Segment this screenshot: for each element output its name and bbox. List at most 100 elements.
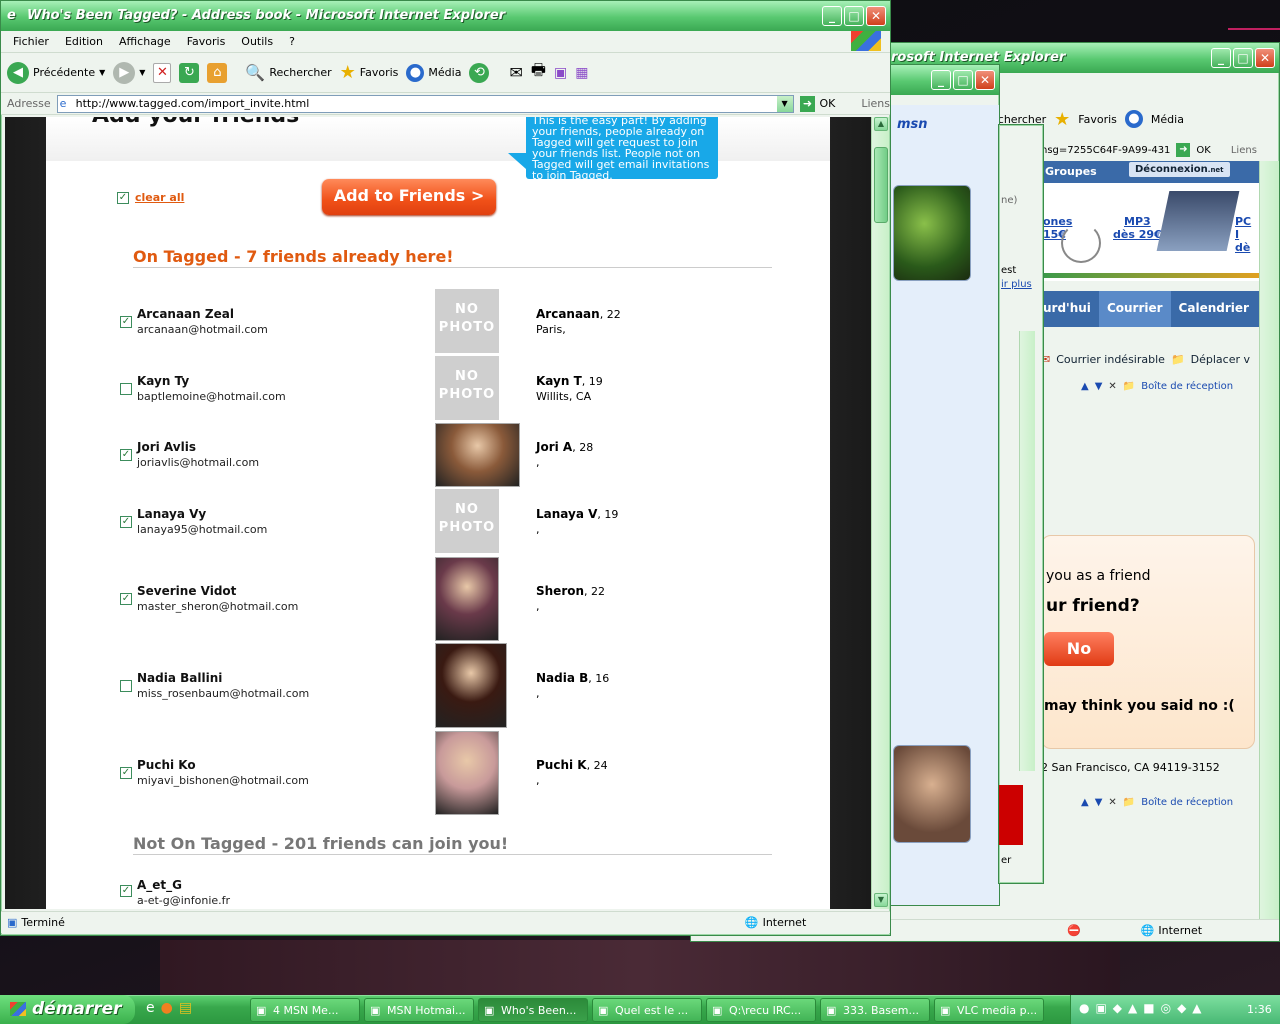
main-window-titlebar[interactable]: e Who's Been Tagged? - Address book - Mi… [1, 1, 890, 31]
no-photo-placeholder[interactable]: NO PHOTO [435, 356, 499, 420]
ad-pc-text[interactable]: PC Idè [1235, 215, 1259, 254]
tagged-name[interactable]: Kayn T [536, 374, 582, 388]
mail-icon[interactable]: ✉ [509, 63, 522, 82]
back-url-fragment[interactable]: nsg=7255C64F-9A99-431 [1041, 145, 1170, 156]
chevron-down-icon[interactable]: ▼ [99, 68, 105, 77]
back-button[interactable]: ◀ Précédente ▼ [7, 61, 105, 84]
delete-icon[interactable]: ✕ [1108, 381, 1116, 392]
friend-checkbox[interactable] [120, 680, 132, 692]
taskbar-task-button[interactable]: ▣ Who's Been... [478, 998, 588, 1022]
back-window-scrollbar[interactable] [1259, 161, 1279, 921]
taskbar-task-button[interactable]: ▣ VLC media p... [934, 998, 1044, 1022]
groups-link[interactable]: Groupes [1045, 165, 1097, 178]
taskbar-task-button[interactable]: ▣ Q:\recu IRC... [706, 998, 816, 1022]
logout-button[interactable]: Déconnexion.net [1129, 162, 1230, 177]
minimize-button[interactable]: _ [931, 70, 951, 90]
tagged-name[interactable]: Sheron [536, 584, 584, 598]
friend-checkbox[interactable]: ✓ [120, 885, 132, 897]
firefox-launch-icon[interactable]: ● [161, 1000, 173, 1016]
msn-contact-picture[interactable] [893, 745, 971, 843]
tagged-name[interactable]: Jori A [536, 440, 572, 454]
favorites-button[interactable]: ★ Favoris [340, 62, 399, 83]
no-button[interactable]: No [1044, 632, 1114, 666]
junk-button[interactable]: Courrier indésirable [1056, 353, 1165, 366]
friend-checkbox[interactable] [120, 383, 132, 395]
chevron-down-icon[interactable]: ▼ [139, 68, 145, 77]
go-button[interactable]: OK [819, 97, 835, 110]
close-button[interactable]: ✕ [866, 6, 886, 26]
taskbar-task-button[interactable]: ▣ Quel est le ... [592, 998, 702, 1022]
print-icon[interactable]: 🖶 [531, 59, 546, 86]
msn-chat-window[interactable]: est ir plus ne) er [998, 124, 1044, 884]
tagged-name[interactable]: Lanaya V [536, 507, 597, 521]
profile-photo[interactable] [435, 731, 499, 815]
media-button[interactable]: ● Média [406, 63, 461, 82]
stop-icon[interactable]: ✕ [153, 62, 172, 83]
start-button[interactable]: démarrer [0, 995, 135, 1024]
down-arrow-icon[interactable]: ▼ [1095, 381, 1103, 392]
go-button[interactable]: OK [1196, 145, 1210, 156]
tab-mail[interactable]: Courrier [1098, 291, 1171, 327]
tab-today[interactable]: urd'hui [1041, 291, 1099, 327]
scroll-up-button[interactable]: ▲ [874, 117, 888, 131]
no-photo-placeholder[interactable]: NO PHOTO [435, 489, 499, 553]
close-button[interactable]: ✕ [1255, 48, 1275, 68]
main-scrollbar[interactable]: ▲ ▼ [871, 117, 889, 909]
menu-tools[interactable]: Outils [233, 35, 281, 48]
msn-display-picture[interactable] [893, 185, 971, 281]
taskbar-task-button[interactable]: ▣ 4 MSN Me... [250, 998, 360, 1022]
search-button[interactable]: 🔍 Rechercher [245, 63, 331, 82]
tagged-name[interactable]: Puchi K [536, 758, 587, 772]
favorites-button[interactable]: Favoris [1078, 113, 1117, 126]
chevron-down-icon[interactable]: ▼ [776, 95, 793, 112]
ad-mp3-text[interactable]: MP3 dès 29€ [1113, 215, 1162, 241]
chat-side-link[interactable]: ir plus [1001, 279, 1032, 290]
profile-photo[interactable] [435, 557, 499, 641]
menu-help[interactable]: ? [281, 35, 303, 48]
url-input[interactable]: e http://www.tagged.com/import_invite.ht… [56, 94, 794, 113]
minimize-button[interactable]: _ [822, 6, 842, 26]
minimize-button[interactable]: _ [1211, 48, 1231, 68]
msn-window[interactable]: _ □ ✕ msn [888, 64, 1000, 906]
scroll-down-button[interactable]: ▼ [874, 893, 888, 907]
delete-icon[interactable]: ✕ [1108, 797, 1116, 808]
menu-file[interactable]: Fichier [5, 35, 57, 48]
hotmail-ad-banner[interactable]: ones 15€ MP3 dès 29€ PC Idè [1041, 183, 1259, 281]
tagged-name[interactable]: Nadia B [536, 671, 588, 685]
discuss-icon[interactable]: ▦ [575, 65, 588, 81]
friend-checkbox[interactable]: ✓ [120, 316, 132, 328]
maximize-button[interactable]: □ [953, 70, 973, 90]
history-icon[interactable]: ⟲ [469, 62, 490, 83]
menu-edit[interactable]: Edition [57, 35, 111, 48]
tagged-name[interactable]: Arcanaan [536, 307, 600, 321]
clear-all-link[interactable]: clear all [135, 191, 184, 204]
inbox-link-bottom[interactable]: Boîte de réception [1141, 797, 1233, 808]
media-button[interactable]: Média [1151, 113, 1184, 126]
profile-photo[interactable] [435, 643, 507, 728]
profile-photo[interactable] [435, 423, 520, 487]
forward-button[interactable]: ▶ ▼ [113, 61, 145, 84]
select-all-checkbox[interactable]: ✓ [117, 192, 129, 204]
tab-calendar[interactable]: Calendrier [1171, 291, 1257, 327]
maximize-button[interactable]: □ [844, 6, 864, 26]
down-arrow-icon[interactable]: ▼ [1095, 797, 1103, 808]
add-to-friends-button[interactable]: Add to Friends > [322, 179, 496, 215]
friend-checkbox[interactable]: ✓ [120, 767, 132, 779]
maximize-button[interactable]: □ [1233, 48, 1253, 68]
inbox-link[interactable]: Boîte de réception [1141, 381, 1233, 392]
app-launch-icon[interactable]: ▤ [179, 1000, 192, 1016]
menu-favorites[interactable]: Favoris [179, 35, 234, 48]
friend-checkbox[interactable]: ✓ [120, 449, 132, 461]
taskbar-task-button[interactable]: ▣ 333. Basem... [820, 998, 930, 1022]
main-ie-window[interactable]: e Who's Been Tagged? - Address book - Mi… [0, 0, 891, 936]
edit-icon[interactable]: ▣ [554, 65, 567, 81]
no-photo-placeholder[interactable]: NO PHOTO [435, 289, 499, 353]
move-button[interactable]: Déplacer v [1191, 353, 1250, 366]
menu-view[interactable]: Affichage [111, 35, 179, 48]
scroll-thumb[interactable] [874, 147, 888, 223]
friend-checkbox[interactable]: ✓ [120, 516, 132, 528]
friend-checkbox[interactable]: ✓ [120, 593, 132, 605]
go-arrow-icon[interactable]: ➜ [799, 95, 816, 112]
taskbar-task-button[interactable]: ▣ MSN Hotmai... [364, 998, 474, 1022]
up-arrow-icon[interactable]: ▲ [1081, 381, 1089, 392]
